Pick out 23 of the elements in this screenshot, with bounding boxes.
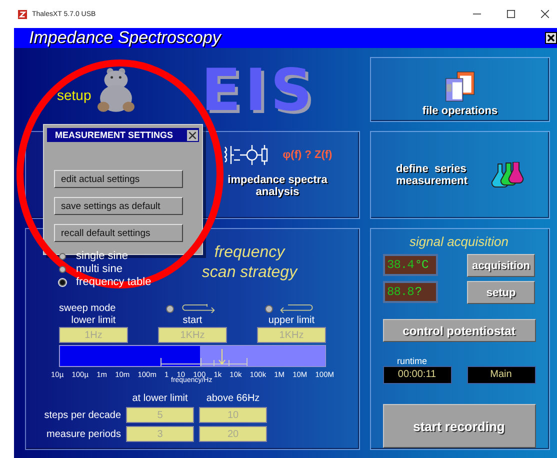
sweep-mode-label: sweep mode	[59, 303, 117, 314]
column-header: at lower limit	[131, 393, 189, 404]
section-title: signal acquisition	[409, 233, 508, 251]
limit-label: upper limit	[267, 315, 316, 326]
column-header: above 66Hz	[205, 393, 261, 404]
limit-label: lower limit	[70, 315, 117, 326]
row-label: steps per decade	[43, 410, 121, 420]
section-title: frequency scan strategy	[200, 243, 299, 283]
logo: EIS	[201, 60, 316, 118]
mode-label: multi sine	[76, 263, 122, 275]
file-operations-label: file operations	[422, 105, 498, 117]
series-label: define series measurement	[396, 163, 469, 187]
runtime-display: 00:00:11	[382, 366, 452, 384]
app-title: Impedance Spectroscopy	[29, 28, 223, 48]
led-display: 38.4°C	[383, 254, 438, 276]
dialog-title: MEASUREMENT SETTINGS	[55, 130, 174, 140]
analysis-label: impedance spectra analysis	[226, 174, 328, 198]
runtime-label: runtime	[397, 356, 428, 366]
row-label: measure periods	[46, 428, 121, 440]
channel-display: Main	[466, 366, 536, 384]
limit-label: start	[182, 315, 204, 326]
led-display: 88.8?	[383, 281, 438, 303]
formula-text: φ(f) ? Z(f)	[282, 149, 332, 161]
